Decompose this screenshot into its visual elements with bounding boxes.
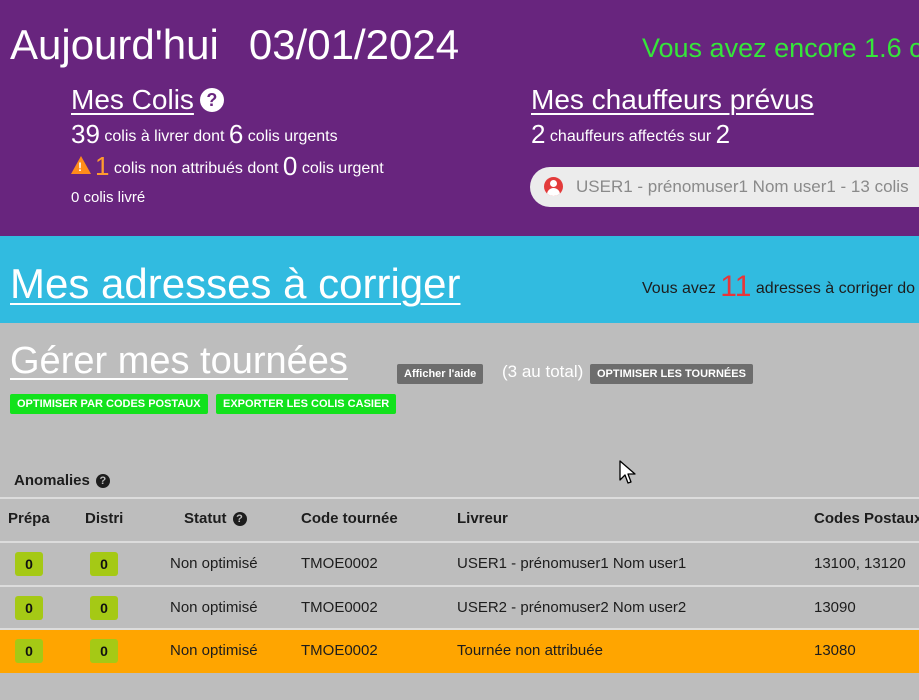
code-cell: TMOE0002 bbox=[301, 642, 378, 659]
current-date: 03/01/2024 bbox=[248, 21, 460, 68]
dashboard-header: Aujourd'hui 03/01/2024 Vous avez encore 1… bbox=[0, 0, 919, 236]
date-title: Aujourd'hui 03/01/2024 bbox=[10, 20, 459, 70]
colis-to-deliver-line: 39 colis à livrer dont 6 colis urgents bbox=[71, 119, 338, 150]
show-help-button[interactable]: Afficher l'aide bbox=[397, 364, 484, 384]
header-code-tournee[interactable]: Code tournée bbox=[301, 510, 398, 527]
export-locker-colis-button[interactable]: EXPORTER LES COLIS CASIER bbox=[216, 394, 397, 414]
urgent-count-text: colis urgents bbox=[247, 128, 338, 145]
status-cell: Non optimisé bbox=[170, 642, 258, 659]
question-circle-icon[interactable]: ? bbox=[95, 474, 110, 488]
today-label: Aujourd'hui bbox=[10, 21, 219, 68]
question-circle-icon[interactable]: ? bbox=[232, 512, 247, 526]
colis-title[interactable]: Mes Colis? bbox=[71, 84, 224, 116]
total-drivers-count: 2 bbox=[715, 119, 731, 149]
chauffeurs-line: 2 chauffeurs affectés sur 2 bbox=[531, 119, 730, 150]
prepa-badge[interactable]: 0 bbox=[15, 596, 43, 620]
addresses-title[interactable]: Mes adresses à corriger bbox=[10, 260, 461, 308]
chauffeurs-title[interactable]: Mes chauffeurs prévus bbox=[531, 84, 814, 116]
addresses-prefix: Vous avez bbox=[642, 280, 716, 297]
prepa-badge[interactable]: 0 bbox=[15, 639, 43, 663]
tours-title[interactable]: Gérer mes tournées bbox=[10, 340, 348, 383]
header-distri[interactable]: Distri bbox=[85, 510, 123, 527]
header-prepa[interactable]: Prépa bbox=[8, 510, 50, 527]
addresses-count: 11 bbox=[720, 270, 752, 303]
postcode-cell: 13090 bbox=[814, 599, 856, 616]
colis-count-text: colis à livrer dont bbox=[104, 128, 225, 145]
mouse-cursor-icon bbox=[619, 460, 636, 484]
assigned-drivers-text: chauffeurs affectés sur bbox=[549, 128, 712, 145]
unassigned-urgent-count: 0 bbox=[282, 151, 298, 181]
assigned-drivers-count: 2 bbox=[531, 119, 546, 149]
table-divider bbox=[0, 497, 919, 499]
unassigned-text: colis non attribués dont bbox=[113, 160, 279, 177]
anomalies-text: Anomalies bbox=[14, 472, 90, 489]
driver-pill[interactable]: USER1 - prénomuser1 Nom user1 - 13 colis bbox=[530, 167, 919, 207]
header-statut[interactable]: Statut? bbox=[184, 510, 247, 527]
table-row[interactable]: 0 0 Non optimisé TMOE0002 Tournée non at… bbox=[0, 630, 919, 673]
distri-badge[interactable]: 0 bbox=[90, 596, 118, 620]
table-row[interactable]: 0 0 Non optimisé TMOE0002 USER2 - prénom… bbox=[0, 587, 919, 630]
driver-cell: Tournée non attribuée bbox=[457, 642, 603, 659]
tours-total: (3 au total) bbox=[502, 362, 584, 381]
postcode-cell: 13080 bbox=[814, 642, 856, 659]
delivered-line: 0 colis livré bbox=[71, 189, 146, 206]
header-livreur[interactable]: Livreur bbox=[457, 510, 508, 527]
distri-badge[interactable]: 0 bbox=[90, 552, 118, 576]
anomalies-label: Anomalies? bbox=[14, 472, 110, 489]
unassigned-count: 1 bbox=[95, 151, 110, 181]
unassigned-colis-line: ! 1 colis non attribués dont 0 colis urge… bbox=[71, 151, 384, 182]
question-circle-icon[interactable]: ? bbox=[199, 88, 224, 112]
driver-pill-label: USER1 - prénomuser1 Nom user1 - 13 colis bbox=[576, 177, 909, 196]
remaining-notice: Vous avez encore 1.6 c bbox=[642, 33, 919, 63]
urgent-count: 6 bbox=[228, 119, 244, 149]
header-statut-label[interactable]: Statut bbox=[184, 510, 227, 527]
status-cell: Non optimisé bbox=[170, 599, 258, 616]
addresses-notice: Vous avez 11 adresses à corriger do bbox=[642, 270, 915, 304]
colis-title-label[interactable]: Mes Colis bbox=[71, 84, 194, 115]
colis-count: 39 bbox=[71, 119, 100, 149]
distri-badge[interactable]: 0 bbox=[90, 639, 118, 663]
postcode-cell: 13100, 13120 bbox=[814, 555, 906, 572]
table-row[interactable]: 0 0 Non optimisé TMOE0002 USER1 - prénom… bbox=[0, 543, 919, 586]
status-cell: Non optimisé bbox=[170, 555, 258, 572]
address-correction-band: Mes adresses à corriger Vous avez 11 adr… bbox=[0, 236, 919, 323]
driver-cell: USER2 - prénomuser2 Nom user2 bbox=[457, 599, 687, 616]
driver-cell: USER1 - prénomuser1 Nom user1 bbox=[457, 555, 687, 572]
code-cell: TMOE0002 bbox=[301, 599, 378, 616]
prepa-badge[interactable]: 0 bbox=[15, 552, 43, 576]
optimize-tours-button[interactable]: OPTIMISER LES TOURNÉES bbox=[590, 364, 753, 384]
optimize-by-postcode-button[interactable]: OPTIMISER PAR CODES POSTAUX bbox=[10, 394, 208, 414]
code-cell: TMOE0002 bbox=[301, 555, 378, 572]
addresses-suffix: adresses à corriger do bbox=[755, 280, 916, 297]
header-codes-postaux[interactable]: Codes Postaux bbox=[814, 510, 919, 527]
user-circle-icon bbox=[544, 177, 563, 196]
warning-icon: ! bbox=[71, 156, 91, 174]
unassigned-urgent-text: colis urgent bbox=[301, 160, 384, 177]
